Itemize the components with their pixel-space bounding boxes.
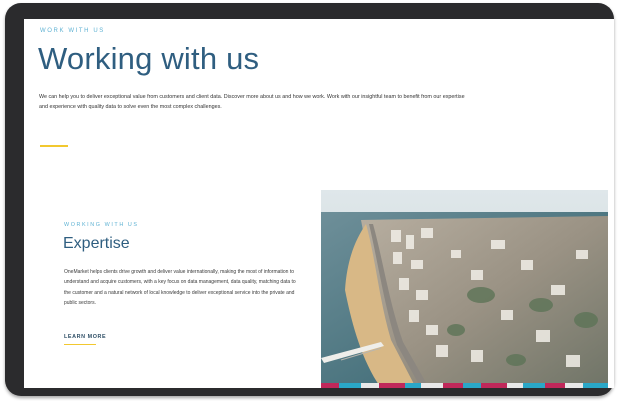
card-title: Expertise <box>63 235 130 252</box>
accent-divider <box>40 145 68 147</box>
learn-more-underline <box>64 344 96 346</box>
web-page-screen: WORK WITH US Working with us We can help… <box>24 19 614 388</box>
learn-more-link[interactable]: LEARN MORE <box>64 334 106 340</box>
intro-paragraph: We can help you to deliver exceptional v… <box>39 94 465 110</box>
expertise-card: WORKING WITH US Expertise OneMarket help… <box>46 197 326 383</box>
page-title: Working with us <box>38 41 260 76</box>
card-body-text: OneMarket helps clients drive growth and… <box>64 269 296 306</box>
coastal-city-aerial-photo <box>321 190 608 388</box>
tablet-frame: WORK WITH US Working with us We can help… <box>5 3 614 396</box>
section-eyebrow: WORK WITH US <box>40 28 105 34</box>
card-eyebrow: WORKING WITH US <box>64 222 139 228</box>
